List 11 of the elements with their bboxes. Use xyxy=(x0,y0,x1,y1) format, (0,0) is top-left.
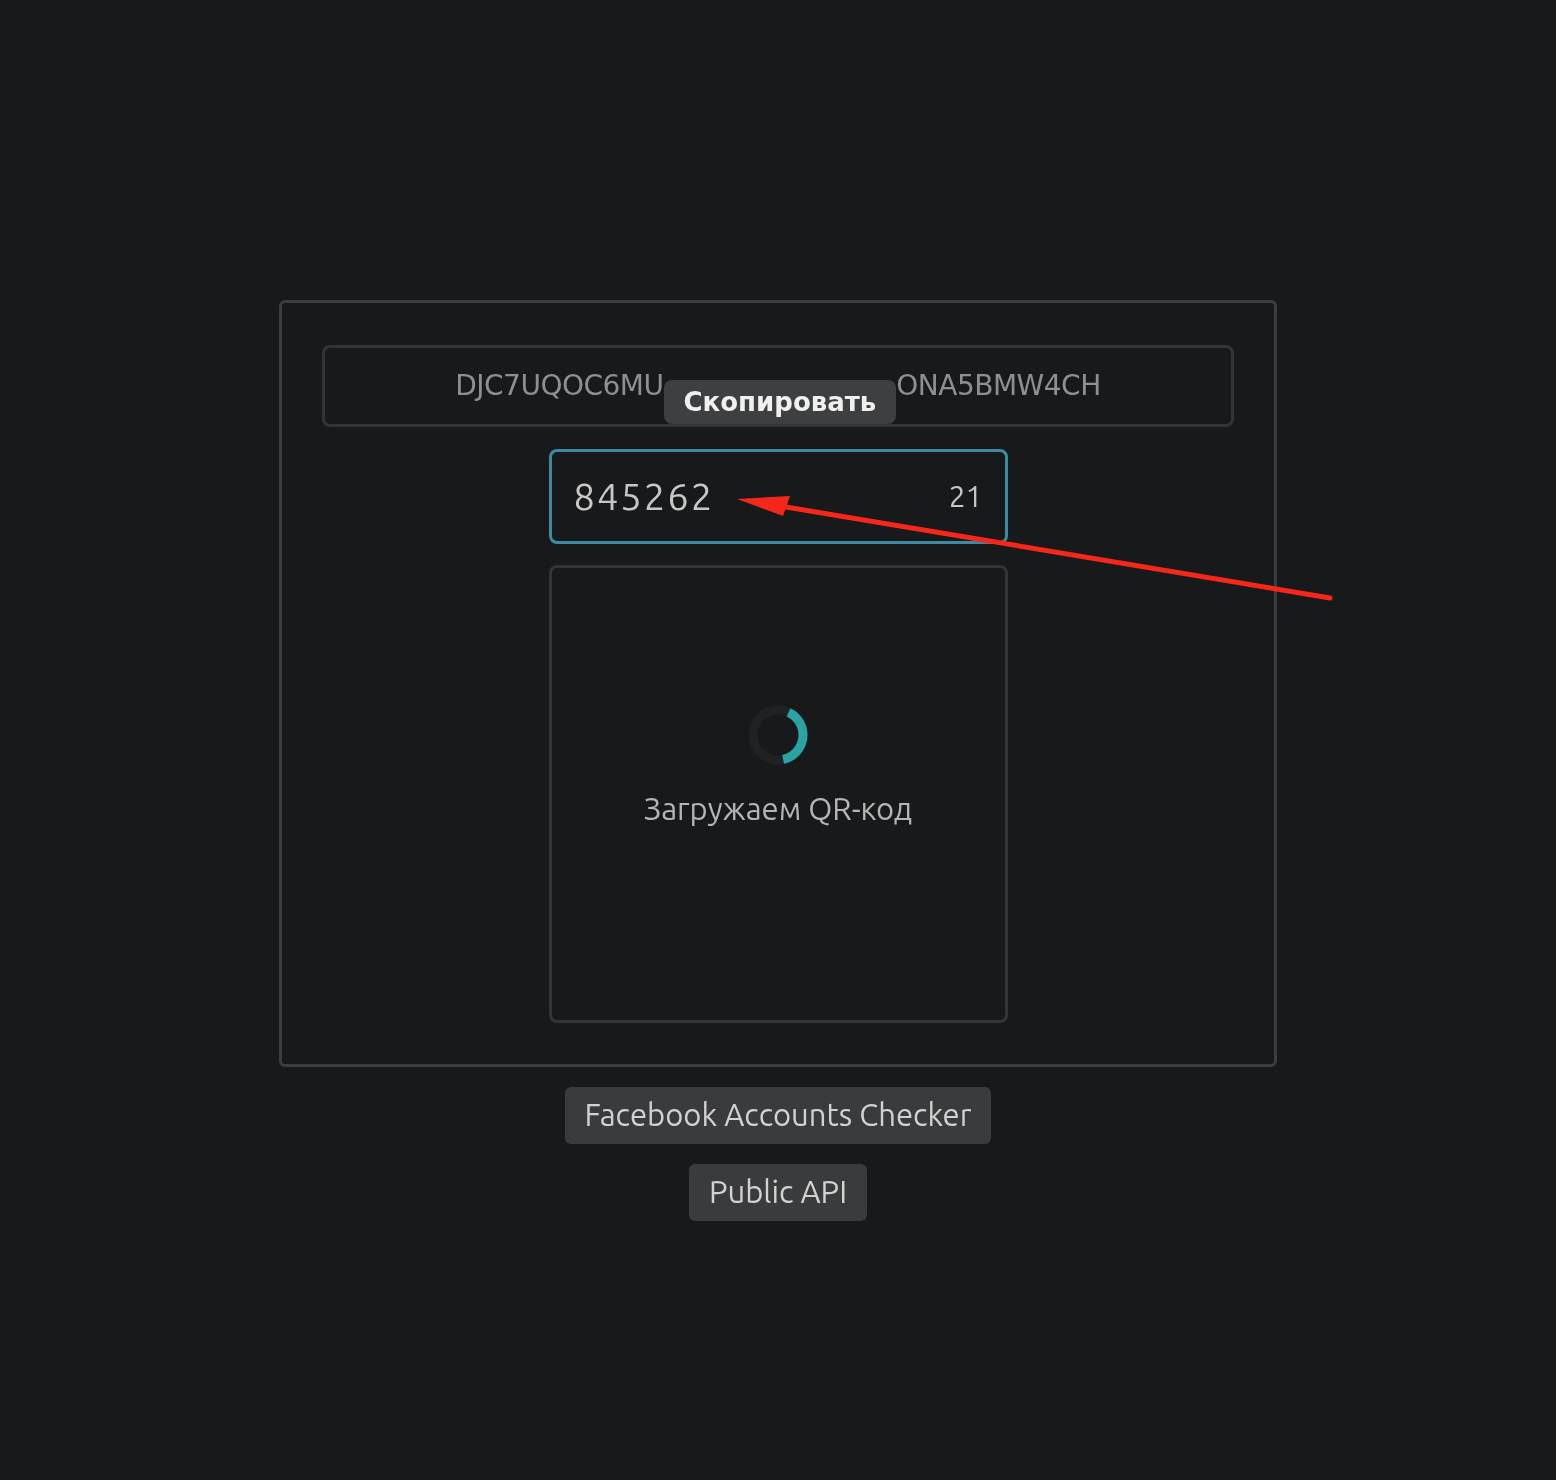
loading-text: Загружаем QR-код xyxy=(643,789,913,828)
countdown-text: 21 xyxy=(948,478,983,515)
secret-key-text: DJC7UQOC6MU xyxy=(455,368,664,404)
link-button[interactable]: Facebook Accounts Checker xyxy=(564,1087,992,1144)
secret-key-field[interactable]: DJC7UQOC6MU Скопировать ONA5BMW4CH xyxy=(322,345,1234,427)
secret-key-text: ONA5BMW4CH xyxy=(896,368,1101,404)
spinner-icon xyxy=(747,703,809,766)
link-button[interactable]: Public API xyxy=(688,1164,868,1221)
code-field[interactable]: 845262 21 xyxy=(548,449,1008,544)
code-value: 845262 xyxy=(573,474,715,519)
copy-tooltip: Скопировать xyxy=(663,379,897,425)
